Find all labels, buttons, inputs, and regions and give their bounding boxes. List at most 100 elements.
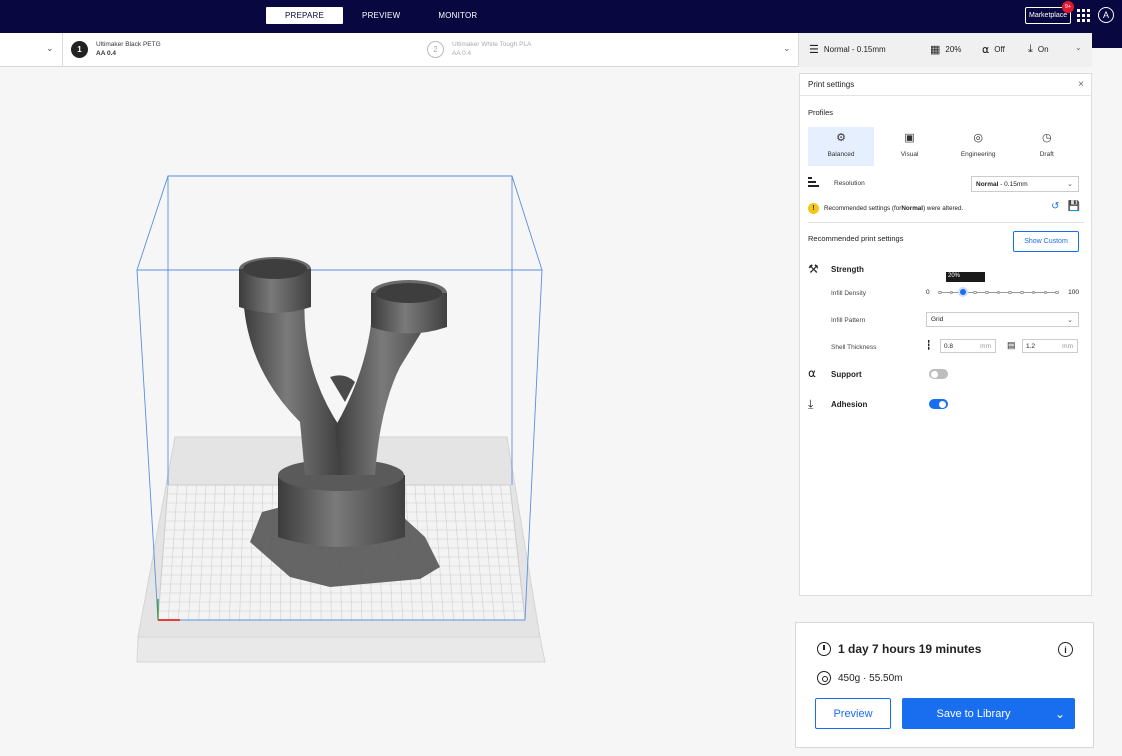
recommended-label: Recommended print settings (808, 234, 904, 243)
profile-draft[interactable]: ◷ Draft (1014, 127, 1080, 166)
profile-label: Draft (1039, 151, 1054, 158)
profile-label: Balanced (827, 151, 855, 158)
extruder-core: AA 0.4 (452, 50, 472, 57)
build-plate-viewport[interactable] (0, 67, 798, 756)
shell-thickness-label: Shell Thickness (831, 344, 877, 351)
resolution-row: Resolution Normal - 0.15mm ⌄ (808, 176, 1080, 192)
strength-label: Strength (831, 265, 864, 274)
infill-pattern-dropdown[interactable]: Grid ⌄ (926, 312, 1079, 327)
infill-summary: ▦ 20% (930, 43, 961, 56)
divider (808, 222, 1084, 223)
tab-monitor[interactable]: MONITOR (419, 7, 496, 24)
slider-max: 100 (1068, 289, 1079, 296)
save-icon[interactable]: 💾 (1068, 201, 1080, 212)
slider-tick (938, 290, 942, 294)
infill-summary-label: 20% (945, 45, 962, 54)
adhesion-summary-label: On (1037, 45, 1049, 54)
extruder-material: Ultimaker White Tough PLA (452, 41, 532, 48)
extruder-2[interactable]: 2 Ultimaker White Tough PLA AA 0.4 (427, 40, 531, 58)
profiles-label: Profiles (808, 108, 834, 117)
clock-icon (817, 642, 831, 656)
job-specs-card: 1 day 7 hours 19 minutes i 450g · 55.50m… (795, 622, 1094, 748)
extruder-1[interactable]: 1 Ultimaker Black PETG AA 0.4 (71, 40, 161, 58)
adhesion-summary: ⤓ On (1028, 43, 1049, 56)
slider-tick (1055, 290, 1059, 294)
top-bottom-thickness-value: 1.2 (1026, 343, 1036, 350)
slider-tick (1008, 290, 1012, 294)
support-icon: ⍺ (808, 366, 816, 380)
resolution-icon (808, 177, 819, 189)
sliders-icon: ☰ (809, 44, 819, 56)
shell-thickness-row: ┇ 0.8 mm ▤ 1.2 mm (926, 339, 1079, 353)
tab-prepare[interactable]: PREPARE (266, 7, 344, 24)
info-icon[interactable]: i (1058, 642, 1073, 657)
material-usage-label: 450g · 55.50m (838, 672, 903, 684)
slider-handle[interactable] (958, 287, 969, 297)
profile-engineering[interactable]: ◎ Engineering (945, 127, 1011, 166)
unit-label: mm (980, 343, 991, 350)
infill-pattern-label: Infill Pattern (831, 317, 866, 324)
top-bar: PREPARE PREVIEW MONITOR Marketplace 9+ A (0, 0, 1122, 33)
tab-preview[interactable]: PREVIEW (343, 7, 419, 24)
top-bottom-thickness-input[interactable]: 1.2 mm (1022, 339, 1078, 353)
apps-grid-icon[interactable] (1077, 9, 1090, 22)
adhesion-label: Adhesion (831, 400, 868, 409)
stage-tabs: PREPARE PREVIEW MONITOR (266, 7, 496, 24)
chevron-down-icon: ⌄ (1075, 43, 1082, 52)
chevron-down-icon: ⌄ (1067, 181, 1073, 188)
resolution-label: Resolution (834, 180, 865, 187)
profile-summary-label: Normal - 0.15mm (823, 45, 886, 54)
reset-icon[interactable]: ↺ (1051, 201, 1059, 212)
panel-title: Print settings (808, 80, 855, 89)
profile-balanced[interactable]: ⚙ Balanced (808, 127, 874, 166)
support-toggle[interactable] (929, 369, 948, 379)
panel-header: Print settings (800, 74, 1091, 96)
profile-selector: ⚙ Balanced ▣ Visual ◎ Engineering ◷ Draf… (808, 127, 1083, 166)
extruder-core: AA 0.4 (96, 50, 116, 57)
image-icon: ▣ (904, 132, 915, 144)
infill-density-slider[interactable]: 0 100 (926, 286, 1079, 298)
profile-visual[interactable]: ▣ Visual (877, 127, 943, 166)
chevron-down-icon: ⌄ (1067, 317, 1073, 324)
unit-label: mm (1062, 343, 1073, 350)
resolution-value: - 0.15mm (998, 181, 1028, 188)
adhesion-toggle[interactable] (929, 399, 948, 409)
account-icon[interactable]: A (1098, 7, 1114, 23)
slider-tick (1020, 290, 1024, 294)
profile-label: Visual (900, 151, 919, 158)
print-setup-selector[interactable]: ☰ Normal - 0.15mm ▦ 20% ⍺ Off ⤓ On ⌄ (798, 33, 1092, 67)
chevron-down-icon[interactable]: ⌄ (1045, 707, 1075, 721)
extruder-number-icon: 1 (71, 40, 88, 58)
slider-tick (1031, 290, 1036, 294)
close-icon[interactable]: × (1078, 79, 1084, 90)
material-usage: 450g · 55.50m (817, 671, 903, 685)
chevron-down-icon[interactable]: ⌄ (783, 43, 791, 54)
slider-min: 0 (926, 289, 930, 296)
spool-icon (817, 671, 831, 685)
support-icon: ⍺ (982, 44, 990, 56)
slider-tick (996, 290, 1001, 294)
print-time-label: 1 day 7 hours 19 minutes (838, 642, 982, 656)
wall-thickness-value: 0.8 (944, 343, 954, 350)
extruder-material: Ultimaker Black PETG (96, 41, 161, 48)
slider-tick (1043, 290, 1048, 294)
support-summary: ⍺ Off (982, 43, 1005, 56)
wall-thickness-icon: ┇ (926, 340, 932, 350)
slider-tick (985, 290, 989, 294)
save-to-library-button[interactable]: Save to Library ⌄ (902, 698, 1075, 729)
wall-thickness-input[interactable]: 0.8 mm (940, 339, 996, 353)
notification-badge: 9+ (1062, 1, 1074, 13)
save-button-label: Save to Library (936, 707, 1011, 720)
chevron-down-icon[interactable]: ⌄ (46, 43, 54, 54)
show-custom-button[interactable]: Show Custom (1013, 231, 1079, 252)
profile-summary: ☰ Normal - 0.15mm (809, 43, 886, 56)
cog-icon: ◎ (973, 132, 983, 144)
resolution-dropdown[interactable]: Normal - 0.15mm ⌄ (971, 176, 1079, 192)
resolution-value-bold: Normal (976, 181, 999, 188)
preview-button[interactable]: Preview (815, 698, 891, 729)
slider-tick (973, 290, 977, 294)
settings-altered-warning: ! Recommended settings (for Normal) were… (808, 201, 1080, 215)
warning-text-bold: Normal (901, 204, 924, 212)
hammer-icon: ⚒ (808, 262, 819, 276)
gear-icon: ⚙ (836, 132, 846, 144)
